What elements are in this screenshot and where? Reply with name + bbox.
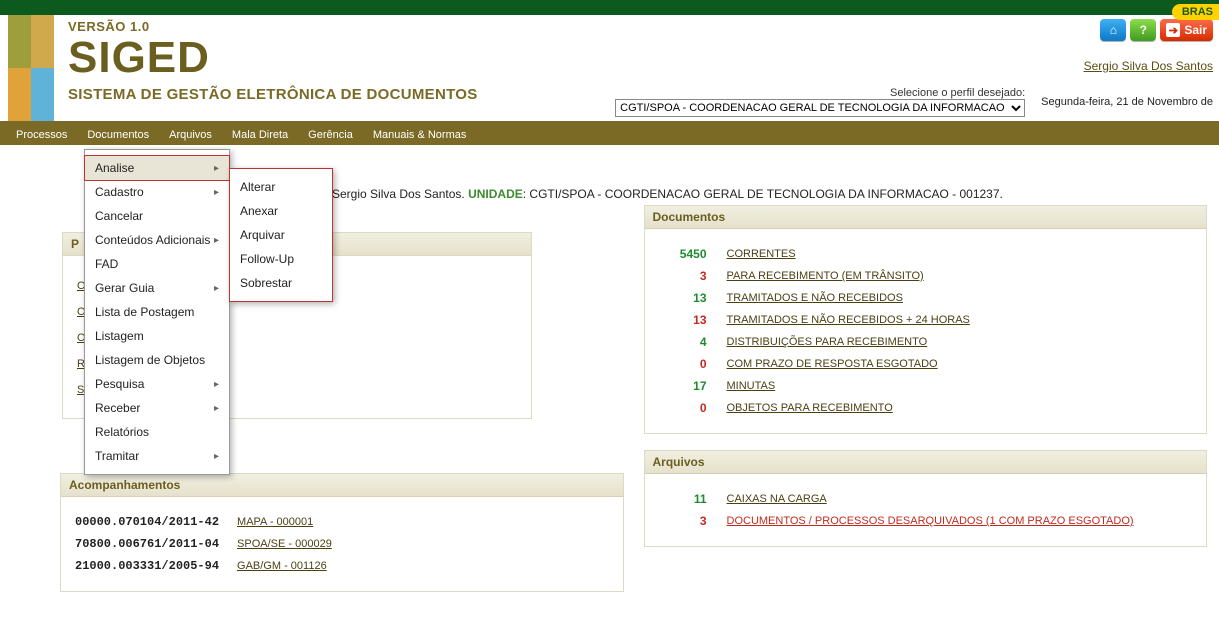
current-date: Segunda-feira, 21 de Novembro de [1041, 96, 1213, 108]
dropdown-item[interactable]: Conteúdos Adicionais▸ [85, 228, 229, 252]
brasil-badge: BRAS [1172, 4, 1219, 20]
doc-link[interactable]: TRAMITADOS E NÃO RECEBIDOS [727, 292, 903, 304]
count: 5450 [659, 247, 707, 261]
chevron-right-icon: ▸ [214, 403, 219, 414]
chevron-right-icon: ▸ [214, 451, 219, 462]
panel-header: Arquivos [645, 451, 1207, 474]
app-name: SIGED [68, 36, 594, 80]
list-item: 0 COM PRAZO DE RESPOSTA ESGOTADO [659, 357, 1193, 371]
arquivo-link[interactable]: DOCUMENTOS / PROCESSOS DESARQUIVADOS (1 … [727, 515, 1134, 527]
menubar: Processos Documentos Arquivos Mala Diret… [0, 125, 1219, 145]
menu-documentos[interactable]: Documentos [87, 129, 149, 141]
profile-label: Selecione o perfil desejado: [890, 87, 1025, 99]
doc-link[interactable]: COM PRAZO DE RESPOSTA ESGOTADO [727, 358, 938, 370]
process-number: 00000.070104/2011-42 [75, 515, 219, 529]
submenu-item[interactable]: Follow-Up [230, 247, 332, 271]
count: 3 [659, 269, 707, 283]
doc-link[interactable]: PARA RECEBIMENTO (EM TRÂNSITO) [727, 270, 924, 282]
submenu-item[interactable]: Anexar [230, 199, 332, 223]
documentos-dropdown: Analise▸Cadastro▸CancelarConteúdos Adici… [84, 149, 230, 475]
chevron-right-icon: ▸ [214, 283, 219, 294]
dropdown-item[interactable]: FAD [85, 252, 229, 276]
dropdown-item[interactable]: Cadastro▸ [85, 180, 229, 204]
table-row: 00000.070104/2011-42 MAPA - 000001 [75, 515, 609, 529]
greeting-line: Sergio Silva Dos Santos. UNIDADE: CGTI/S… [332, 187, 1003, 201]
title-block: VERSÃO 1.0 SIGED SISTEMA DE GESTÃO ELETR… [54, 15, 594, 103]
menu-gerencia[interactable]: Gerência [308, 129, 353, 141]
list-item: 3 DOCUMENTOS / PROCESSOS DESARQUIVADOS (1… [659, 514, 1193, 528]
header: VERSÃO 1.0 SIGED SISTEMA DE GESTÃO ELETR… [0, 15, 1219, 125]
list-item: 3 PARA RECEBIMENTO (EM TRÂNSITO) [659, 269, 1193, 283]
list-item: 13 TRAMITADOS E NÃO RECEBIDOS + 24 HORAS [659, 313, 1193, 327]
list-item: 13 TRAMITADOS E NÃO RECEBIDOS [659, 291, 1193, 305]
panel-arquivos: Arquivos 11 CAIXAS NA CARGA 3 DOCUMENTOS / … [644, 450, 1208, 547]
user-name-link[interactable]: Sergio Silva Dos Santos [1084, 59, 1213, 73]
unit-link[interactable]: SPOA/SE - 000029 [237, 538, 332, 550]
panel-documentos: Documentos 5450 CORRENTES 3 PARA RECEBIMENT… [644, 205, 1208, 434]
dropdown-item[interactable]: Receber▸ [85, 396, 229, 420]
process-number: 70800.006761/2011-04 [75, 537, 219, 551]
count: 0 [659, 401, 707, 415]
doc-link[interactable]: TRAMITADOS E NÃO RECEBIDOS + 24 HORAS [727, 314, 970, 326]
menu-arquivos[interactable]: Arquivos [169, 129, 212, 141]
home-button[interactable]: ⌂ [1100, 19, 1126, 41]
menu-mala-direta[interactable]: Mala Direta [232, 129, 288, 141]
dropdown-item[interactable]: Analise▸ [84, 155, 230, 181]
exit-label: Sair [1184, 23, 1207, 37]
doc-link[interactable]: MINUTAS [727, 380, 776, 392]
exit-button[interactable]: ➔ Sair [1160, 19, 1213, 41]
submenu-item[interactable]: Sobrestar [230, 271, 332, 295]
version-label: VERSÃO 1.0 [68, 19, 594, 34]
menu-manuais[interactable]: Manuais & Normas [373, 129, 467, 141]
doc-link[interactable]: CORRENTES [727, 248, 796, 260]
doc-link[interactable]: DISTRIBUIÇÕES PARA RECEBIMENTO [727, 336, 928, 348]
doc-link[interactable]: OBJETOS PARA RECEBIMENTO [727, 402, 893, 414]
panel-acompanhamentos: Acompanhamentos 00000.070104/2011-42 MAPA… [60, 473, 624, 592]
dropdown-item[interactable]: Lista de Postagem [85, 300, 229, 324]
list-item: 11 CAIXAS NA CARGA [659, 492, 1193, 506]
analise-submenu: AlterarAnexarArquivarFollow-UpSobrestar [229, 168, 333, 302]
list-item: 5450 CORRENTES [659, 247, 1193, 261]
chevron-right-icon: ▸ [214, 187, 219, 198]
count: 13 [659, 313, 707, 327]
dropdown-item[interactable]: Tramitar▸ [85, 444, 229, 468]
app-subtitle: SISTEMA DE GESTÃO ELETRÔNICA DE DOCUMENT… [68, 86, 594, 103]
dropdown-item[interactable]: Listagem de Objetos [85, 348, 229, 372]
list-item: 4 DISTRIBUIÇÕES PARA RECEBIMENTO [659, 335, 1193, 349]
count: 11 [659, 492, 707, 506]
chevron-right-icon: ▸ [214, 163, 219, 174]
count: 13 [659, 291, 707, 305]
submenu-item[interactable]: Alterar [230, 175, 332, 199]
arquivo-link[interactable]: CAIXAS NA CARGA [727, 493, 827, 505]
count: 4 [659, 335, 707, 349]
dropdown-item[interactable]: Cancelar [85, 204, 229, 228]
chevron-right-icon: ▸ [214, 379, 219, 390]
menu-processos[interactable]: Processos [16, 129, 67, 141]
home-icon: ⌂ [1110, 23, 1117, 37]
arrow-right-icon: ➔ [1166, 23, 1180, 37]
panel-header: Acompanhamentos [61, 474, 623, 497]
panel-header: Documentos [645, 206, 1207, 229]
table-row: 70800.006761/2011-04 SPOA/SE - 000029 [75, 537, 609, 551]
chevron-right-icon: ▸ [214, 235, 219, 246]
submenu-item[interactable]: Arquivar [230, 223, 332, 247]
count: 3 [659, 514, 707, 528]
help-icon: ? [1140, 23, 1147, 37]
table-row: 21000.003331/2005-94 GAB/GM - 001126 [75, 559, 609, 573]
logo [8, 15, 54, 121]
count: 17 [659, 379, 707, 393]
dropdown-item[interactable]: Gerar Guia▸ [85, 276, 229, 300]
profile-select[interactable]: CGTI/SPOA - COORDENACAO GERAL DE TECNOLO… [615, 99, 1025, 117]
help-button[interactable]: ? [1130, 19, 1156, 41]
unit-link[interactable]: GAB/GM - 001126 [237, 560, 327, 572]
process-number: 21000.003331/2005-94 [75, 559, 219, 573]
count: 0 [659, 357, 707, 371]
list-item: 0 OBJETOS PARA RECEBIMENTO [659, 401, 1193, 415]
top-stripe: BRAS [0, 0, 1219, 15]
dropdown-item[interactable]: Listagem [85, 324, 229, 348]
dropdown-item[interactable]: Relatórios [85, 420, 229, 444]
dropdown-item[interactable]: Pesquisa▸ [85, 372, 229, 396]
unit-link[interactable]: MAPA - 000001 [237, 516, 313, 528]
list-item: 17 MINUTAS [659, 379, 1193, 393]
